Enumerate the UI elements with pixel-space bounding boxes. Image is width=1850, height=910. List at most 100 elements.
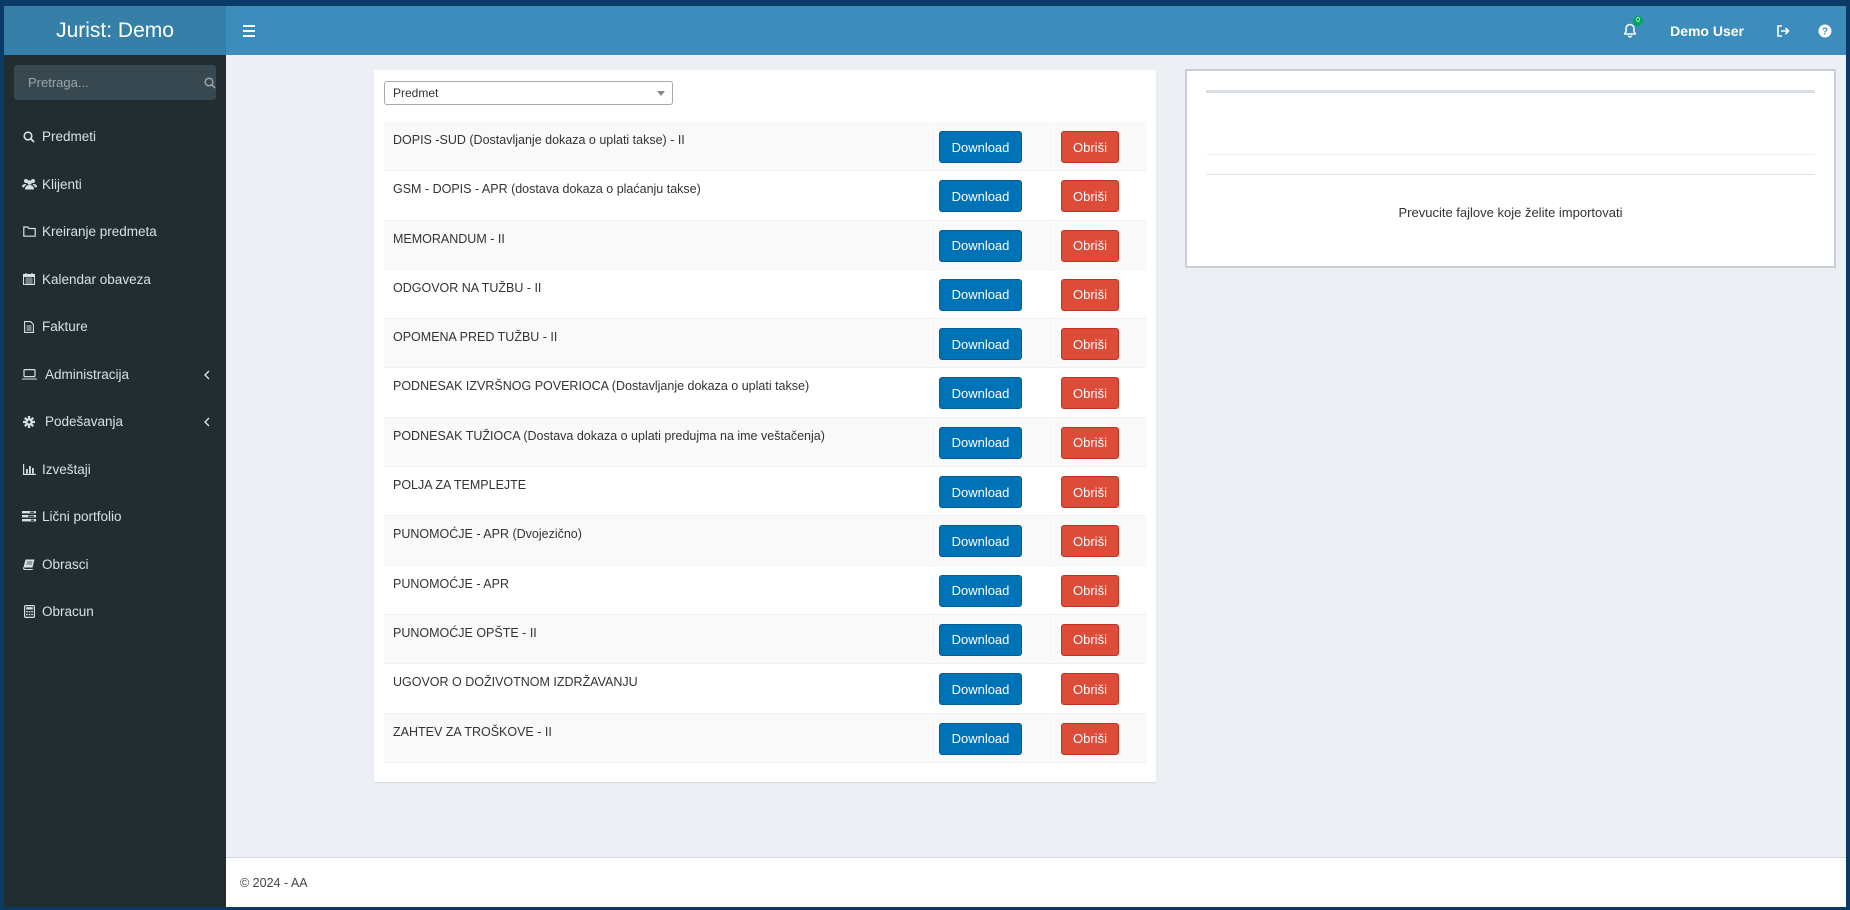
download-button[interactable]: Download — [939, 180, 1022, 213]
download-button[interactable]: Download — [939, 278, 1022, 311]
column-divider — [1053, 417, 1054, 467]
sidebar-item-label: Klijenti — [42, 176, 82, 192]
template-name: MEMORANDUM - II — [393, 231, 505, 246]
table-row: GSM - DOPIS - APR (dostava dokaza o plać… — [384, 171, 1146, 221]
logout-button[interactable] — [1762, 6, 1804, 55]
help-button[interactable]: ? — [1804, 6, 1846, 55]
users-icon — [21, 176, 37, 192]
table-row: PUNOMOĆJE - APR Download Obriši — [384, 565, 1146, 615]
sidebar-item-label: Obrasci — [42, 556, 89, 572]
templates-panel: Predmet DOPIS -SUD (Dostavljanje dokaza … — [374, 70, 1156, 782]
predmet-select[interactable]: Predmet — [384, 81, 673, 105]
column-divider — [930, 368, 931, 417]
delete-button[interactable]: Obriši — [1061, 722, 1119, 755]
column-divider — [930, 565, 931, 614]
sidebar-menu: Predmeti Klijenti Kreiranje predmeta Kal… — [4, 113, 226, 636]
template-name: PUNOMOĆJE - APR — [393, 576, 509, 591]
sidebar-item-kalendar-obaveza[interactable]: Kalendar obaveza — [4, 256, 226, 304]
template-name: PUNOMOĆJE - APR (Dvojezično) — [393, 527, 582, 542]
delete-button[interactable]: Obriši — [1061, 229, 1119, 262]
chevron-left-icon — [204, 368, 210, 383]
question-circle-icon: ? — [1818, 24, 1832, 37]
column-divider — [1053, 565, 1054, 614]
column-divider — [1053, 368, 1054, 417]
download-button[interactable]: Download — [939, 131, 1022, 163]
download-button[interactable]: Download — [939, 476, 1022, 509]
sidebar-item-obracun[interactable]: Obracun — [4, 588, 226, 636]
sidebar-item-label: Fakture — [42, 319, 88, 335]
table-row: ODGOVOR NA TUŽBU - II Download Obriši — [384, 269, 1146, 320]
gear-icon — [21, 414, 37, 430]
sidebar-item-administracija[interactable]: Administracija — [4, 351, 226, 399]
sidebar-item-label: Izveštaji — [42, 461, 91, 477]
download-button[interactable]: Download — [939, 328, 1022, 361]
column-divider — [930, 516, 931, 565]
sidebar-search-input[interactable] — [14, 65, 204, 100]
file-dropzone[interactable]: Prevucite fajlove koje želite importovat… — [1185, 69, 1836, 268]
svg-text:?: ? — [1822, 26, 1828, 37]
table-row: PODNESAK IZVRŠNOG POVERIOCA (Dostavljanj… — [384, 368, 1146, 418]
download-button[interactable]: Download — [939, 722, 1022, 755]
delete-button[interactable]: Obriši — [1061, 525, 1119, 558]
template-name: UGOVOR O DOŽIVOTNOM IZDRŽAVANJU — [393, 675, 638, 690]
sidebar-item-label: Administracija — [45, 366, 130, 382]
download-button[interactable]: Download — [939, 229, 1022, 262]
delete-button[interactable]: Obriši — [1061, 673, 1119, 706]
template-name: ZAHTEV ZA TROŠKOVE - II — [393, 724, 552, 739]
notification-count-badge: 0 — [1633, 16, 1644, 26]
dropzone-top-bar — [1206, 90, 1815, 93]
download-button[interactable]: Download — [939, 377, 1022, 410]
delete-button[interactable]: Obriši — [1061, 476, 1119, 509]
top-navbar: Jurist: Demo 0 Demo User ? — [4, 6, 1846, 55]
dropzone-instructions: Prevucite fajlove koje želite importovat… — [1398, 205, 1623, 220]
calendar-icon — [21, 271, 37, 287]
app-brand[interactable]: Jurist: Demo — [4, 6, 226, 55]
download-button[interactable]: Download — [939, 426, 1022, 459]
footer-copyright: © 2024 - AA — [240, 875, 308, 890]
sidebar-item-label: Kreiranje predmeta — [42, 224, 157, 240]
table-row: PUNOMOĆJE OPŠTE - II Download Obriši — [384, 614, 1146, 665]
column-divider — [930, 319, 931, 368]
caret-down-icon — [657, 91, 665, 96]
column-divider — [1053, 713, 1054, 762]
sidebar-item-licni-portfolio[interactable]: Lični portfolio — [4, 493, 226, 541]
column-divider — [930, 220, 931, 269]
delete-button[interactable]: Obriši — [1061, 623, 1119, 656]
delete-button[interactable]: Obriši — [1061, 574, 1119, 607]
sidebar-item-predmeti[interactable]: Predmeti — [4, 113, 226, 161]
delete-button[interactable]: Obriši — [1061, 180, 1119, 213]
delete-button[interactable]: Obriši — [1061, 377, 1119, 410]
user-menu[interactable]: Demo User — [1652, 6, 1762, 55]
template-name: GSM - DOPIS - APR (dostava dokaza o plać… — [393, 182, 701, 197]
predmet-select-value: Predmet — [393, 86, 439, 100]
sidebar-toggle-icon[interactable] — [238, 20, 260, 42]
navbar-right: 0 Demo User ? — [1608, 6, 1846, 55]
sidebar-item-fakture[interactable]: Fakture — [4, 303, 226, 351]
delete-button[interactable]: Obriši — [1061, 278, 1119, 311]
download-button[interactable]: Download — [939, 673, 1022, 706]
sidebar-item-podesavanja[interactable]: Podešavanja — [4, 398, 226, 446]
template-name: DOPIS -SUD (Dostavljanje dokaza o uplati… — [393, 133, 685, 147]
sidebar-item-obrasci[interactable]: Obrasci — [4, 541, 226, 589]
download-button[interactable]: Download — [939, 623, 1022, 656]
sidebar-item-label: Obracun — [42, 604, 94, 620]
delete-button[interactable]: Obriši — [1061, 426, 1119, 459]
table-row: ZAHTEV ZA TROŠKOVE - II Download Obriši — [384, 713, 1146, 763]
sign-out-icon — [1777, 24, 1790, 37]
table-row: OPOMENA PRED TUŽBU - II Download Obriši — [384, 319, 1146, 369]
delete-button[interactable]: Obriši — [1061, 328, 1119, 361]
download-button[interactable]: Download — [939, 525, 1022, 558]
column-divider — [930, 713, 931, 762]
table-row: PUNOMOĆJE - APR (Dvojezično) Download Obri… — [384, 516, 1146, 566]
sidebar-item-label: Lični portfolio — [42, 509, 122, 525]
download-button[interactable]: Download — [939, 574, 1022, 607]
search-icon[interactable] — [204, 76, 216, 89]
notifications-button[interactable]: 0 — [1608, 6, 1652, 55]
delete-button[interactable]: Obriši — [1061, 131, 1119, 163]
search-icon — [21, 129, 37, 145]
sidebar-item-klijenti[interactable]: Klijenti — [4, 161, 226, 209]
sidebar-item-izvestaji[interactable]: Izveštaji — [4, 446, 226, 494]
app-window: Jurist: Demo 0 Demo User ? Pretraga... P… — [4, 6, 1846, 907]
sidebar-item-kreiranje-predmeta[interactable]: Kreiranje predmeta — [4, 208, 226, 256]
portfolio-icon — [21, 509, 37, 525]
